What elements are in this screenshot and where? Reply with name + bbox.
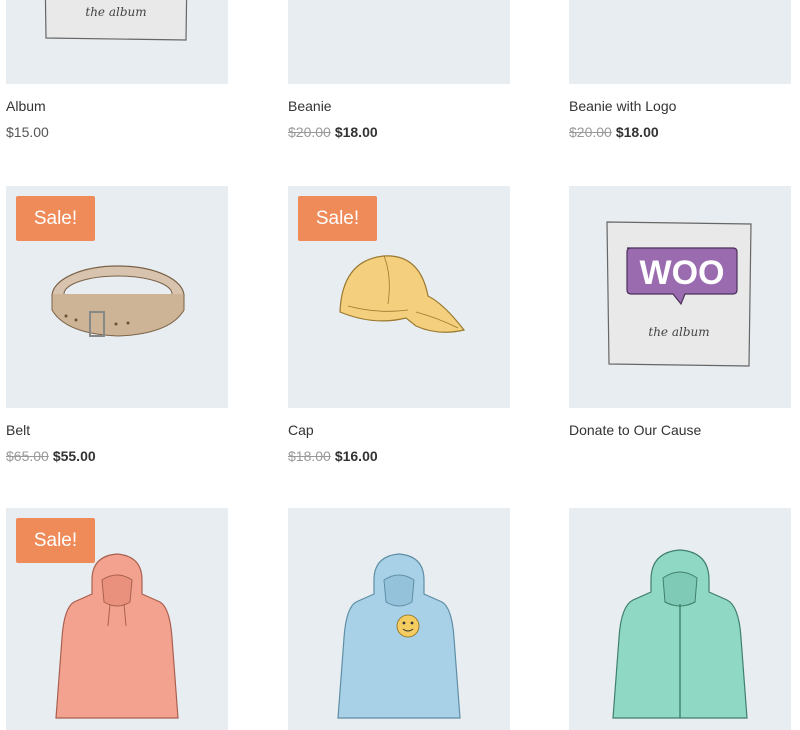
product-name[interactable]: Album [6, 98, 46, 114]
product-image-hoodie[interactable]: Sale! [6, 508, 228, 730]
sale-price: $16.00 [334, 448, 378, 464]
product-name[interactable]: Belt [6, 422, 30, 438]
product-card-album[interactable]: the album Album $15.00 [6, 0, 228, 140]
regular-price: $20.00 [288, 124, 331, 140]
product-name[interactable]: Beanie with Logo [569, 98, 676, 114]
beanie-icon [288, 0, 510, 84]
sale-price: $18.00 [334, 124, 378, 140]
product-price: $15.00 [6, 124, 49, 140]
regular-price: $65.00 [6, 448, 49, 464]
product-image-beanie[interactable] [288, 0, 510, 84]
product-image-beanie-with-logo[interactable] [569, 0, 791, 84]
product-price: $65.00 $55.00 [6, 448, 96, 464]
product-price: $20.00 $18.00 [288, 124, 378, 140]
sale-badge: Sale! [16, 518, 95, 563]
product-card-beanie-with-logo[interactable]: Beanie with Logo $20.00 $18.00 [569, 0, 791, 140]
album-caption: the album [648, 325, 709, 339]
woo-album-icon: WOO the album [606, 221, 752, 367]
regular-price: $18.00 [288, 448, 331, 464]
album-caption: the album [85, 5, 146, 19]
sale-badge: Sale! [16, 196, 95, 241]
album-cover-icon: the album [44, 0, 188, 41]
hoodie-with-zipper-icon [612, 549, 748, 719]
product-card-beanie[interactable]: Beanie $20.00 $18.00 [288, 0, 510, 140]
product-image-belt[interactable]: Sale! [6, 186, 228, 408]
product-image-donate[interactable]: WOO the album [569, 186, 791, 408]
product-card-hoodie[interactable]: Sale! [6, 508, 228, 730]
product-price: $20.00 $18.00 [569, 124, 659, 140]
product-image-hoodie-with-logo[interactable] [288, 508, 510, 730]
product-card-belt[interactable]: Sale! Belt $65.00 $55.00 [6, 186, 228, 464]
beanie-with-logo-icon [569, 0, 791, 84]
hoodie-with-logo-icon [337, 553, 461, 719]
product-card-donate[interactable]: WOO the album Donate to Our Cause [569, 186, 791, 438]
product-price: $18.00 $16.00 [288, 448, 378, 464]
sale-badge: Sale! [298, 196, 377, 241]
woo-logo-text: WOO [640, 254, 725, 292]
product-image-cap[interactable]: Sale! [288, 186, 510, 408]
sale-price: $55.00 [52, 448, 96, 464]
product-card-hoodie-with-zipper[interactable] [569, 508, 791, 730]
product-image-hoodie-with-zipper[interactable] [569, 508, 791, 730]
product-image-album[interactable]: the album [6, 0, 228, 84]
product-name[interactable]: Cap [288, 422, 314, 438]
sale-price: $18.00 [615, 124, 659, 140]
product-card-hoodie-with-logo[interactable] [288, 508, 510, 730]
product-name[interactable]: Donate to Our Cause [569, 422, 701, 438]
product-card-cap[interactable]: Sale! Cap $18.00 $16.00 [288, 186, 510, 464]
regular-price: $20.00 [569, 124, 612, 140]
product-name[interactable]: Beanie [288, 98, 332, 114]
